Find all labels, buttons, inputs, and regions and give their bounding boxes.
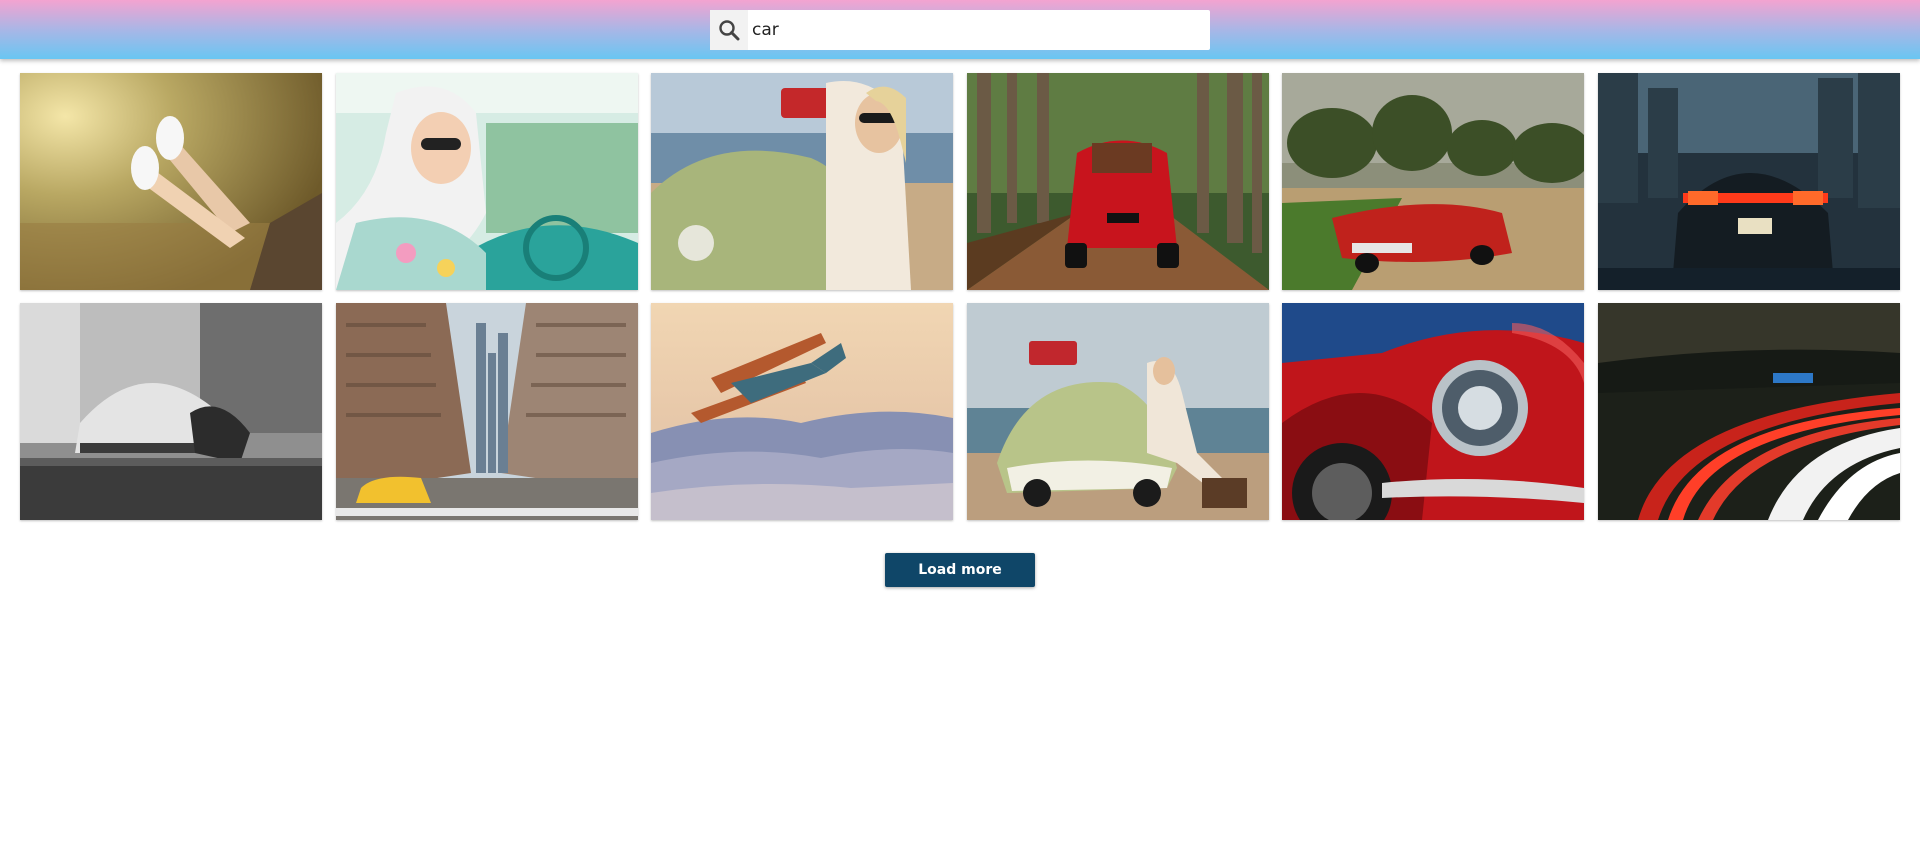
gallery-image[interactable] (651, 303, 954, 520)
gallery-image[interactable] (651, 73, 954, 290)
gallery-image[interactable] (1282, 303, 1585, 520)
search-input[interactable] (748, 11, 1196, 49)
load-more-button[interactable]: Load more (885, 553, 1035, 587)
gallery-image[interactable] (966, 73, 1269, 290)
gallery-image[interactable] (335, 73, 638, 290)
gallery-image[interactable] (1597, 73, 1900, 290)
search-icon[interactable] (710, 10, 748, 50)
gallery-image[interactable] (20, 73, 322, 290)
gallery-image[interactable] (1597, 303, 1900, 520)
gallery-image[interactable] (20, 303, 322, 520)
image-gallery (20, 73, 1900, 520)
top-bar (0, 0, 1920, 59)
gallery-image[interactable] (966, 303, 1269, 520)
search-bar[interactable] (710, 10, 1210, 50)
gallery-image[interactable] (335, 303, 638, 520)
gallery-image[interactable] (1282, 73, 1585, 290)
